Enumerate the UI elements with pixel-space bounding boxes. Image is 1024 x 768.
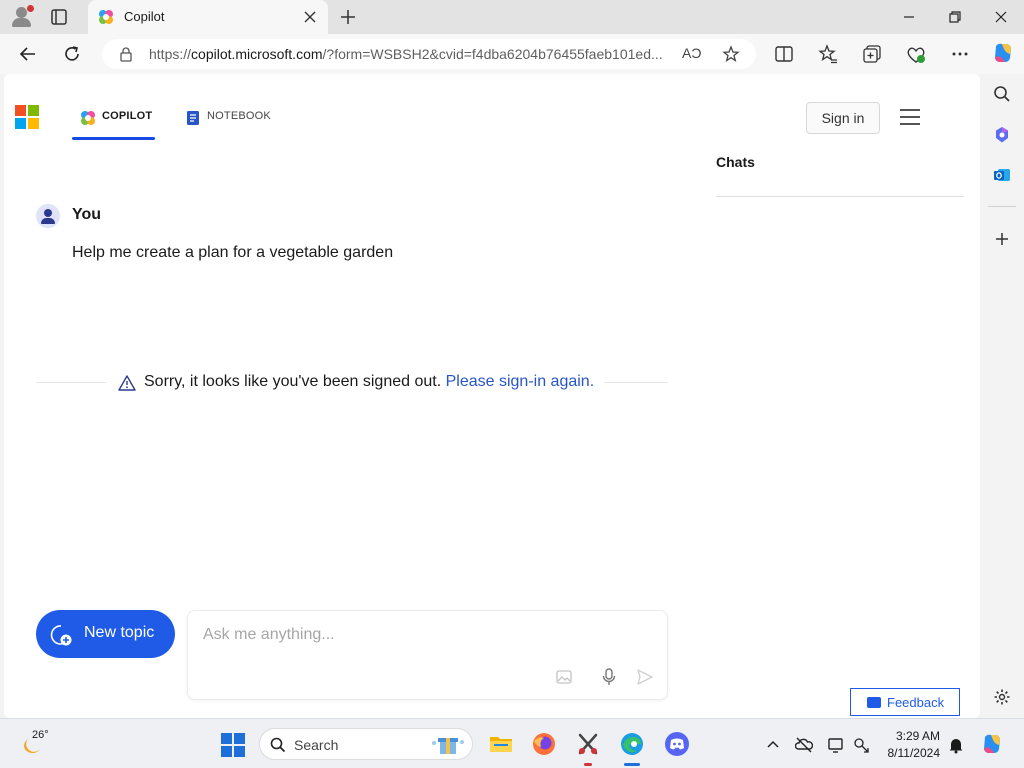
display-icon[interactable] xyxy=(827,736,845,754)
minimize-icon[interactable] xyxy=(899,7,919,27)
discord-icon[interactable] xyxy=(664,731,690,757)
send-icon[interactable] xyxy=(636,668,654,686)
sidebar-divider xyxy=(988,206,1016,207)
windows-start-icon[interactable] xyxy=(221,733,245,757)
sign-in-again-link[interactable]: Please sign-in again. xyxy=(446,373,595,390)
network-settings-icon[interactable] xyxy=(852,736,870,754)
browser-tab-copilot[interactable]: Copilot xyxy=(88,0,328,34)
new-topic-button[interactable]: New topic xyxy=(36,610,175,658)
outlook-icon[interactable] xyxy=(993,166,1011,184)
feedback-label: Feedback xyxy=(887,695,945,710)
copilot-sidebar-icon[interactable] xyxy=(990,40,1016,66)
browser-toolbar: https://copilot.microsoft.com/?form=WSBS… xyxy=(0,34,1024,74)
profile-icon[interactable] xyxy=(10,5,34,29)
warning-icon xyxy=(118,375,136,391)
add-icon[interactable] xyxy=(993,230,1011,248)
message-author: You xyxy=(72,206,102,223)
active-tab-indicator xyxy=(72,137,155,140)
edge-browser-icon[interactable] xyxy=(619,731,645,757)
new-tab-icon[interactable] xyxy=(338,7,358,27)
notification-bell-icon[interactable] xyxy=(947,736,965,754)
notice-divider-left xyxy=(36,382,106,383)
taskbar-search[interactable]: Search xyxy=(259,728,473,760)
favorite-star-icon[interactable] xyxy=(722,45,740,63)
more-options-icon[interactable] xyxy=(949,43,971,65)
address-bar[interactable]: https://copilot.microsoft.com/?form=WSBS… xyxy=(102,39,756,69)
browser-tab-strip: Copilot xyxy=(0,0,1024,34)
tab-title: Copilot xyxy=(124,9,165,24)
settings-gear-icon[interactable] xyxy=(993,688,1011,706)
snipping-tool-indicator xyxy=(584,763,592,766)
url-text[interactable]: https://copilot.microsoft.com/?form=WSBS… xyxy=(149,46,663,62)
microphone-icon[interactable] xyxy=(600,668,618,686)
feedback-button[interactable]: Feedback xyxy=(850,688,960,716)
feedback-icon xyxy=(867,697,881,708)
microsoft-logo-icon[interactable] xyxy=(15,105,39,129)
file-explorer-icon[interactable] xyxy=(488,731,514,757)
lock-icon[interactable] xyxy=(118,46,134,62)
notice-text: Sorry, it looks like you've been signed … xyxy=(144,373,442,390)
copilot-taskbar-icon[interactable] xyxy=(980,732,1004,756)
copilot-favicon-icon xyxy=(99,10,113,24)
clock-time: 3:29 AM xyxy=(895,729,940,743)
close-tab-icon[interactable] xyxy=(302,9,318,25)
clock-date: 8/11/2024 xyxy=(887,746,941,760)
onedrive-offline-icon[interactable] xyxy=(795,736,813,754)
notebook-icon xyxy=(187,111,199,125)
search-icon[interactable] xyxy=(993,85,1011,103)
collections-icon[interactable] xyxy=(861,43,883,65)
show-hidden-icons-icon[interactable] xyxy=(764,736,782,754)
tab-notebook[interactable]: NOTEBOOK xyxy=(207,110,271,122)
tab-actions-icon[interactable] xyxy=(50,8,68,26)
system-clock[interactable]: 3:29 AM 8/11/2024 xyxy=(876,728,941,762)
edge-active-indicator xyxy=(624,763,640,766)
chats-heading: Chats xyxy=(716,154,755,170)
search-highlight-gift-icon xyxy=(432,738,464,754)
signed-out-notice: Sorry, it looks like you've been signed … xyxy=(144,373,594,391)
new-chat-icon xyxy=(50,625,72,646)
chats-divider xyxy=(716,196,964,197)
firefox-icon[interactable] xyxy=(531,731,557,757)
ask-input[interactable]: Ask me anything... xyxy=(203,626,335,644)
favorites-icon[interactable] xyxy=(817,43,839,65)
split-screen-icon[interactable] xyxy=(773,43,795,65)
close-window-icon[interactable] xyxy=(991,7,1011,27)
user-message: Help me create a plan for a vegetable ga… xyxy=(72,244,394,261)
refresh-icon[interactable] xyxy=(61,43,83,65)
sign-in-button[interactable]: Sign in xyxy=(806,102,880,134)
edge-sidebar xyxy=(980,74,1024,718)
browser-essentials-icon[interactable] xyxy=(905,43,927,65)
notice-divider-right xyxy=(604,382,668,383)
snipping-tool-icon[interactable] xyxy=(575,731,601,757)
taskbar-search-icon xyxy=(270,737,286,753)
menu-icon[interactable] xyxy=(900,109,920,125)
weather-temperature[interactable]: 26° xyxy=(32,729,49,741)
new-topic-label: New topic xyxy=(84,624,155,641)
windows-taskbar: 26° Search 3:29 AM 8/11/2024 xyxy=(0,718,1024,768)
read-aloud-icon[interactable]: AƆ xyxy=(682,45,701,61)
restore-icon[interactable] xyxy=(945,7,965,27)
copilot-app-icon[interactable] xyxy=(993,126,1011,144)
taskbar-search-label: Search xyxy=(294,737,339,753)
copilot-icon xyxy=(81,111,95,125)
copilot-page: COPILOT NOTEBOOK Sign in Chats You Help … xyxy=(4,74,980,718)
image-input-icon[interactable] xyxy=(555,668,573,686)
back-icon[interactable] xyxy=(17,43,39,65)
chat-composer[interactable]: Ask me anything... xyxy=(187,610,668,700)
user-avatar-icon xyxy=(36,204,60,228)
tab-copilot[interactable]: COPILOT xyxy=(102,110,152,122)
